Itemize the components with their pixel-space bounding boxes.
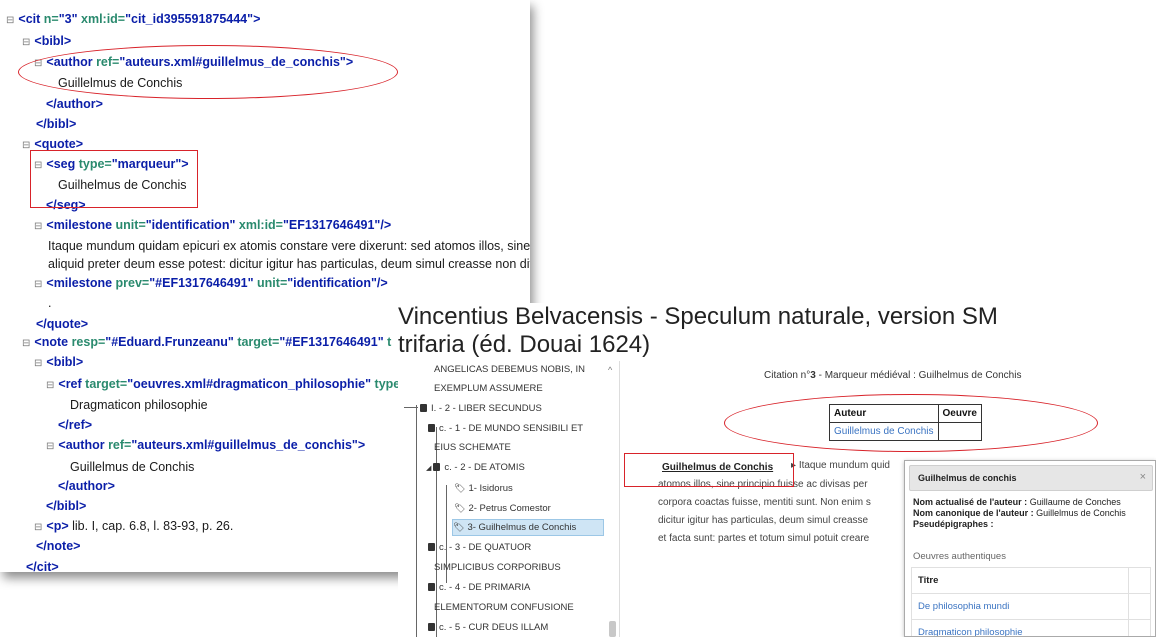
book-icon: [428, 424, 435, 432]
tree-item-chapter[interactable]: c. - 4 - DE PRIMARIA: [428, 581, 530, 595]
xml-milestone-line: ⊟ <milestone unit="identification" xml:id…: [34, 218, 392, 232]
tree-item[interactable]: ELEMENTORUM CONFUSIONE: [434, 601, 574, 615]
highlight-rect-seg: [30, 150, 198, 208]
tag-icon: 🏷: [454, 483, 466, 493]
citation-text-line: corpora coactas fuisse, mentiti sunt. No…: [658, 497, 871, 508]
xml-quote-text-2: aliquid preter deum esse potest: dicitur…: [48, 257, 530, 271]
tree-scrollbar[interactable]: ^: [606, 363, 618, 637]
tree-item[interactable]: SIMPLICIBUS CORPORIBUS: [434, 561, 561, 575]
tree-item-citation[interactable]: 🏷 2- Petrus Comestor: [454, 501, 551, 516]
collapse-toggle-icon[interactable]: ⊟: [46, 441, 54, 452]
xml-quote-text-1: Itaque mundum quidam epicuri ex atomis c…: [48, 239, 530, 253]
xml-ref-end: </ref>: [58, 418, 93, 432]
xml-dot: .: [48, 296, 52, 310]
collapse-toggle-icon[interactable]: ⊟: [34, 279, 42, 290]
xml-ref-text: Dragmaticon philosophie: [70, 398, 208, 412]
tag-icon: 🏷: [453, 522, 465, 532]
book-icon: [428, 583, 435, 591]
xml-quote-end: </quote>: [36, 317, 89, 331]
table-of-contents-tree: ANGELICAS DEBEMUS NOBIS, IN EXEMPLUM ASS…: [398, 361, 620, 637]
xml-cit-line: ⊟ <cit n="3" xml:id="cit_id395591875444">: [6, 12, 261, 26]
popup-canonical-name: Nom canonique de l'auteur : Guillelmus d…: [913, 508, 1126, 518]
xml-note-end: </note>: [36, 539, 81, 553]
scroll-up-icon[interactable]: ^: [608, 365, 612, 375]
xml-cit-end: </cit>: [26, 560, 59, 572]
works-header-title: Titre: [911, 567, 1129, 594]
popup-actual-name: Nom actualisé de l'auteur : Guillaume de…: [913, 497, 1121, 507]
book-icon: [428, 543, 435, 551]
collapse-toggle-icon[interactable]: ⊟: [22, 37, 30, 48]
xml-author-end: </author>: [46, 97, 103, 111]
book-icon: [428, 623, 435, 631]
work-link[interactable]: De philosophia mundi: [911, 593, 1129, 620]
collapse-toggle-icon[interactable]: ⊟: [22, 338, 30, 349]
tree-item-citation[interactable]: 🏷 1- Isidorus: [454, 481, 513, 496]
tree-item-chapter[interactable]: c. - 1 - DE MUNDO SENSIBILI ET: [428, 422, 583, 436]
highlight-rect-marker: [624, 453, 794, 487]
tree-item-chapter[interactable]: c. - 3 - DE QUATUOR: [428, 541, 531, 555]
collapse-toggle-icon[interactable]: ⊟: [34, 358, 42, 369]
tree-item[interactable]: ANGELICAS DEBEMUS NOBIS, IN: [434, 363, 585, 377]
scrollbar-thumb[interactable]: [609, 621, 616, 637]
xml-author2-line: ⊟ <author ref="auteurs.xml#guillelmus_de_…: [46, 438, 366, 452]
works-table: Titre De philosophia mundi Dragmaticon p…: [911, 567, 1151, 636]
popup-pseudepigraphs: Pseudépigraphes :: [913, 519, 994, 529]
tree-item-book[interactable]: I. - 2 - LIBER SECUNDUS: [404, 402, 542, 416]
xml-bibl2-end: </bibl>: [46, 499, 87, 513]
citation-text-line: ▸ Itaque mundum quid: [791, 460, 890, 471]
xml-bibl-line: ⊟ <bibl>: [22, 34, 72, 48]
popup-header: Guilhelmus de conchis ×: [909, 465, 1153, 491]
expand-arrow-icon[interactable]: ◢: [426, 465, 431, 472]
xml-milestone2-line: ⊟ <milestone prev="#EF1317646491" unit="i…: [34, 276, 388, 290]
xml-bibl2-line: ⊟ <bibl>: [34, 355, 84, 369]
tree-item-chapter[interactable]: c. - 5 - CUR DEUS ILLAM: [428, 621, 548, 635]
popup-title: Guilhelmus de conchis: [918, 473, 1017, 483]
work-link[interactable]: Dragmaticon philosophie: [911, 619, 1129, 636]
highlight-ellipse-table: [724, 394, 1098, 452]
page-title-line-1: Vincentius Belvacensis - Speculum natura…: [398, 303, 998, 330]
xml-author2-text: Guillelmus de Conchis: [70, 460, 195, 474]
popup-section-title: Oeuvres authentiques: [913, 551, 1006, 562]
tree-item[interactable]: EIUS SCHEMATE: [434, 441, 511, 455]
collapse-toggle-icon[interactable]: ⊟: [34, 221, 42, 232]
collapse-toggle-icon[interactable]: ⊟: [6, 15, 14, 26]
collapse-toggle-icon[interactable]: ⊟: [46, 380, 54, 391]
collapse-toggle-icon[interactable]: ⊟: [34, 522, 42, 533]
citation-text-line: et facta sunt: partes et totum simul pot…: [658, 533, 870, 544]
tree-item-chapter[interactable]: ◢ c. - 2 - DE ATOMIS: [426, 461, 525, 476]
citation-heading: Citation n°3 - Marqueur médiéval : Guilh…: [764, 370, 1022, 381]
tree-item-citation-selected[interactable]: 🏷 3- Guilhelmus de Conchis: [452, 519, 604, 536]
xml-author2-end: </author>: [58, 479, 115, 493]
close-icon[interactable]: ×: [1140, 471, 1146, 483]
xml-p-line: ⊟ <p> lib. I, cap. 6.8, l. 83-93, p. 26.: [34, 519, 234, 533]
xml-ref-line: ⊟ <ref target="oeuvres.xml#dragmaticon_ph…: [46, 377, 401, 391]
book-icon: [420, 404, 427, 412]
author-popup: Guilhelmus de conchis × Nom actualisé de…: [904, 460, 1156, 637]
tree-item[interactable]: EXEMPLUM ASSUMERE: [434, 382, 543, 396]
xml-bibl-end: </bibl>: [36, 117, 77, 131]
xml-note-line: ⊟ <note resp="#Eduard.Frunzeanu" target="…: [22, 335, 392, 349]
book-icon: [433, 463, 441, 471]
tag-icon: 🏷: [454, 503, 466, 513]
citation-text-line: dicitur igitur has particulas, deum simu…: [658, 515, 869, 526]
web-page-panel: Vincentius Belvacensis - Speculum natura…: [398, 303, 1156, 637]
highlight-ellipse-author: [18, 45, 398, 99]
page-title-line-2: trifaria (éd. Douai 1624): [398, 331, 651, 358]
